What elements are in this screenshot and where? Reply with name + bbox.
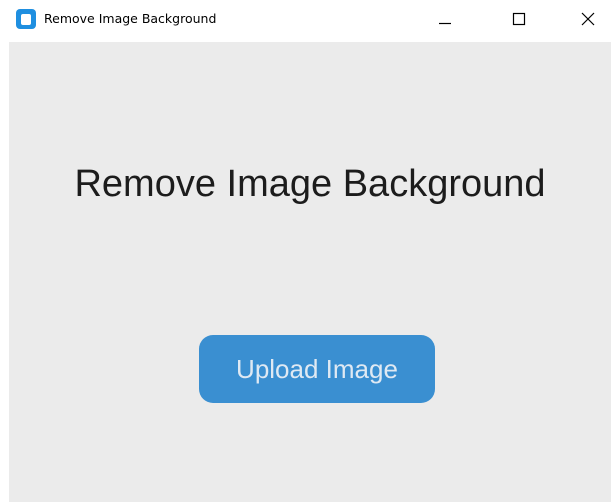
main-content: Remove Image Background Upload Image <box>9 42 611 502</box>
app-window: Remove Image Background Remove Image Bac… <box>0 0 611 502</box>
maximize-icon <box>512 12 526 26</box>
title-bar[interactable]: Remove Image Background <box>0 0 611 42</box>
close-button[interactable] <box>565 0 611 38</box>
minimize-icon <box>438 12 452 26</box>
app-icon <box>16 9 36 29</box>
page-heading: Remove Image Background <box>74 163 546 205</box>
upload-image-button[interactable]: Upload Image <box>199 335 435 403</box>
close-icon <box>581 12 595 26</box>
window-title: Remove Image Background <box>44 11 217 26</box>
minimize-button[interactable] <box>422 0 468 38</box>
maximize-button[interactable] <box>496 0 542 38</box>
